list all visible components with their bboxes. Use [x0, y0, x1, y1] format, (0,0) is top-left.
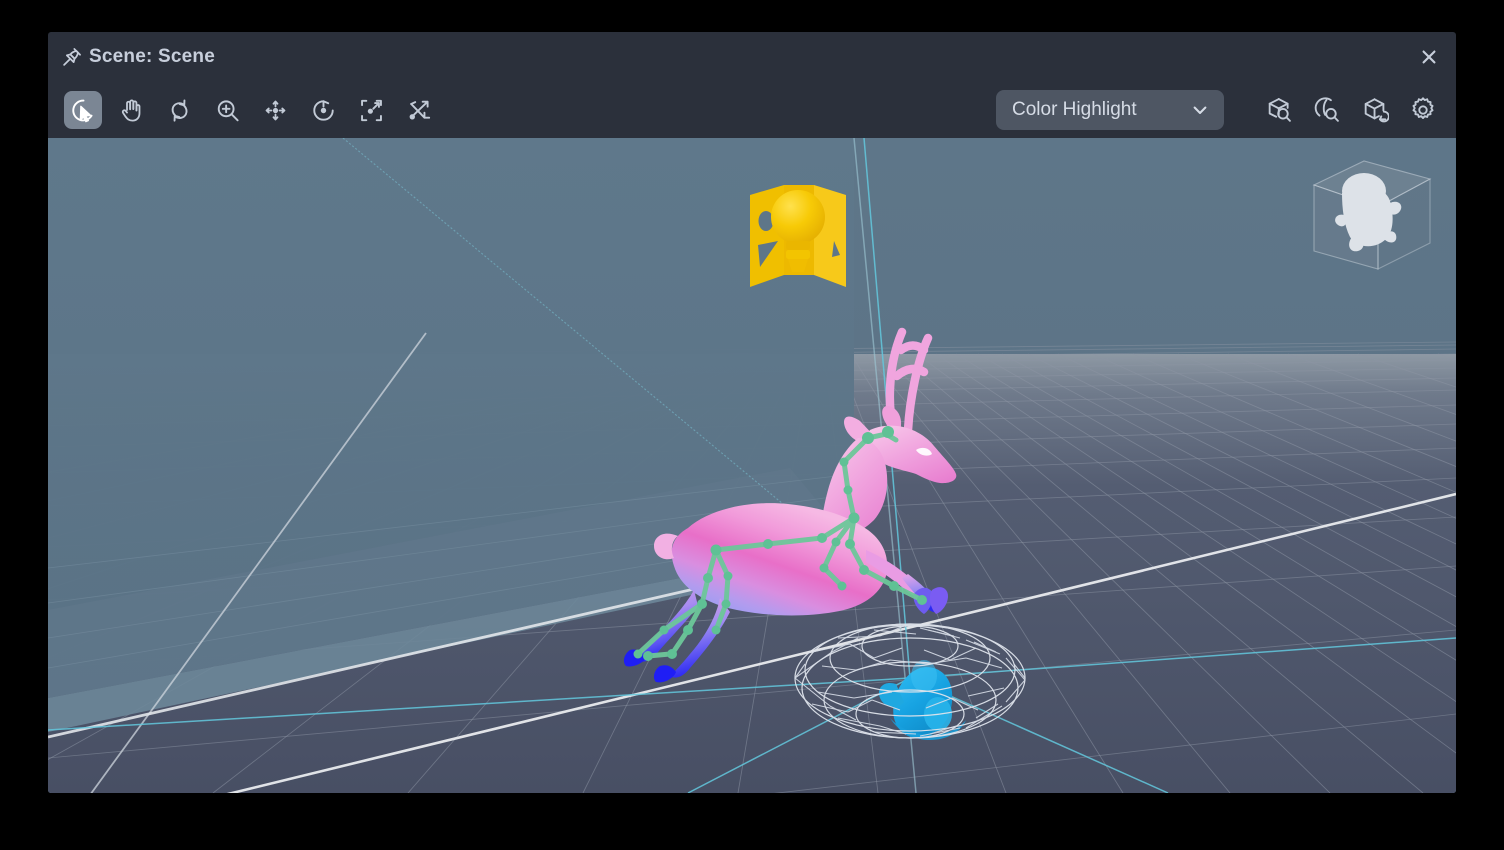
magnifier-plus-icon: [214, 97, 241, 124]
nav-cube-icon: [1302, 151, 1442, 276]
orbit-tool[interactable]: [160, 91, 198, 129]
close-icon: [1419, 47, 1439, 67]
view-orientation-cube[interactable]: [1302, 151, 1442, 276]
scatter-arrows-icon: [406, 97, 433, 124]
rotate-pivot-icon: [310, 97, 337, 124]
viewport-toolbar: Color Highlight: [48, 82, 1456, 138]
cube-arrow-icon: [1361, 96, 1389, 124]
close-button[interactable]: [1412, 40, 1446, 74]
settings-button[interactable]: [1404, 91, 1442, 129]
reset-view-button[interactable]: [1356, 91, 1394, 129]
toolbar-right-group: Color Highlight: [996, 82, 1442, 138]
pan-tool[interactable]: [112, 91, 150, 129]
select-tool[interactable]: [64, 91, 102, 129]
cursor-select-icon: [70, 97, 97, 124]
light-gizmo[interactable]: [750, 185, 846, 287]
window-title: Scene: Scene: [89, 46, 215, 68]
frame-brackets-icon: [358, 97, 385, 124]
display-mode-value: Color Highlight: [1012, 99, 1174, 121]
viewport-render: [48, 138, 1456, 793]
inspect-sphere-button[interactable]: [1308, 91, 1346, 129]
pin-icon[interactable]: [61, 46, 89, 68]
sphere-magnifier-icon: [1313, 96, 1341, 124]
zoom-tool[interactable]: [208, 91, 246, 129]
hand-pan-icon: [118, 97, 145, 124]
rotate-tool[interactable]: [304, 91, 342, 129]
gear-icon: [1409, 96, 1437, 124]
scene-window: Scene: Scene: [48, 32, 1456, 793]
orbit-rotate-icon: [166, 97, 193, 124]
window-titlebar: Scene: Scene: [48, 32, 1456, 82]
chevron-down-icon: [1190, 100, 1210, 120]
inspect-mesh-button[interactable]: [1260, 91, 1298, 129]
display-mode-select[interactable]: Color Highlight: [996, 90, 1224, 130]
cube-magnifier-icon: [1265, 96, 1293, 124]
frame-tool[interactable]: [352, 91, 390, 129]
move-arrows-icon: [262, 97, 289, 124]
move-tool[interactable]: [256, 91, 294, 129]
transform-tool[interactable]: [400, 91, 438, 129]
3d-viewport[interactable]: [48, 138, 1456, 793]
